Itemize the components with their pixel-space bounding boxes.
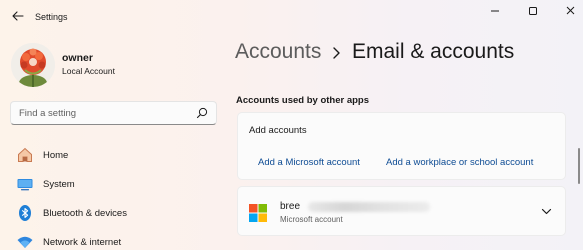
back-arrow-icon — [12, 11, 24, 21]
account-row[interactable]: bree Microsoft account — [237, 186, 566, 236]
search-box[interactable] — [10, 101, 217, 125]
bluetooth-icon — [19, 205, 31, 221]
sidebar-item-home[interactable]: Home — [10, 142, 217, 168]
minimize-button[interactable] — [486, 4, 504, 18]
add-accounts-title: Add accounts — [249, 125, 307, 136]
add-microsoft-account-link[interactable]: Add a Microsoft account — [258, 157, 360, 168]
scrollbar[interactable] — [578, 148, 580, 184]
app-title: Settings — [35, 12, 68, 22]
account-type-label: Local Account — [62, 66, 115, 76]
wifi-icon — [17, 236, 33, 248]
chevron-down-icon[interactable] — [541, 207, 552, 216]
sidebar-item-label: Network & internet — [43, 237, 122, 248]
monitor-icon — [17, 179, 33, 191]
back-button[interactable] — [9, 7, 27, 25]
home-icon — [18, 147, 32, 162]
flower-avatar-icon — [11, 43, 55, 87]
avatar[interactable] — [11, 43, 55, 87]
account-name: bree — [280, 201, 301, 212]
account-type: Microsoft account — [280, 215, 343, 224]
minimize-icon — [491, 10, 499, 12]
sidebar-item-label: System — [43, 179, 75, 190]
close-button[interactable] — [562, 4, 580, 18]
section-header: Accounts used by other apps — [236, 95, 370, 106]
maximize-button[interactable] — [524, 4, 542, 18]
user-name: owner — [62, 52, 93, 64]
search-input[interactable] — [19, 102, 189, 124]
maximize-icon — [529, 7, 537, 15]
add-work-account-link[interactable]: Add a workplace or school account — [386, 157, 533, 168]
sidebar-item-bluetooth[interactable]: Bluetooth & devices — [10, 200, 217, 226]
chevron-right-icon — [333, 47, 340, 59]
breadcrumb-parent[interactable]: Accounts — [235, 40, 321, 64]
sidebar-item-network[interactable]: Network & internet — [10, 229, 217, 250]
add-accounts-card: Add accounts Add a Microsoft account Add… — [237, 112, 566, 180]
title-bar: Settings — [0, 0, 583, 32]
sidebar-item-label: Home — [43, 150, 69, 161]
microsoft-logo-icon — [249, 204, 267, 222]
page-title: Email & accounts — [352, 40, 515, 63]
close-icon — [566, 6, 575, 15]
redacted-email — [308, 202, 430, 212]
sidebar-item-system[interactable]: System — [10, 171, 217, 197]
search-icon[interactable] — [196, 107, 208, 119]
sidebar-item-label: Bluetooth & devices — [43, 208, 127, 219]
